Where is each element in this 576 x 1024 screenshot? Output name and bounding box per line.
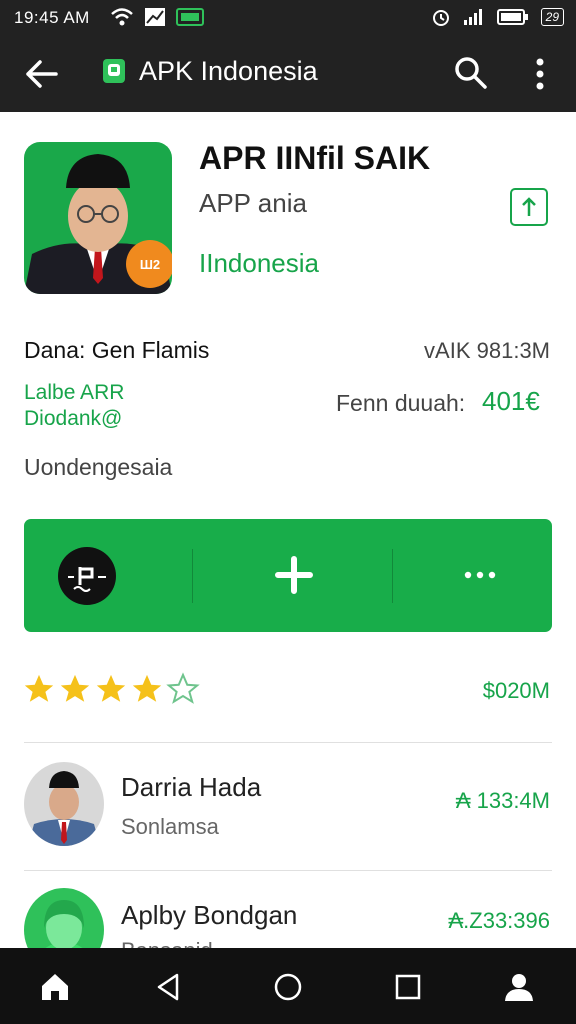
meta-date: Dana: Gen Flamis — [24, 337, 210, 363]
meta-developer-line2: Diodank@ — [24, 407, 123, 430]
meta-version: vAIK 981:3M — [424, 338, 550, 363]
stats-icon — [145, 8, 165, 26]
app-detail-content: Ш2 APR IINfil SAIK APP ania IIndonesia D… — [0, 112, 576, 948]
wifi-icon — [111, 8, 133, 26]
star-rating[interactable] — [22, 672, 200, 706]
action-bar — [24, 519, 552, 632]
app-country[interactable]: IIndonesia — [199, 248, 319, 279]
person-avatar-icon — [28, 771, 100, 846]
back-arrow-icon[interactable] — [22, 54, 62, 94]
status-bar: 19:45 AM 29 — [0, 0, 576, 36]
apk-logo-icon — [103, 59, 125, 83]
divider — [24, 742, 552, 743]
avatar — [24, 888, 104, 948]
list-item-meta: ₳ 133:4M — [455, 788, 550, 813]
open-app-button[interactable] — [58, 547, 116, 605]
system-nav-bar — [0, 948, 576, 1024]
star-filled-icon — [96, 674, 126, 702]
app-bar: APK Indonesia — [0, 36, 576, 112]
app-subtitle: APP ania — [199, 188, 307, 218]
add-icon[interactable] — [274, 555, 314, 595]
search-icon[interactable] — [452, 54, 488, 90]
star-filled-icon — [60, 674, 90, 702]
app-name: APR IINfil SAIK — [199, 140, 431, 176]
meta-size-value: 401€ — [482, 386, 540, 416]
signal-icon — [463, 9, 482, 25]
back-triangle-icon[interactable] — [151, 970, 185, 1004]
divider — [24, 870, 552, 871]
alarm-icon — [432, 10, 449, 26]
app-logo-icon — [68, 567, 106, 592]
star-outline-icon — [166, 672, 200, 704]
avatar — [24, 762, 104, 846]
list-item-title: Darria Hada — [121, 772, 262, 802]
list-item-title: Aplby Bondgan — [121, 900, 298, 930]
sim-icon — [176, 8, 204, 26]
action-divider — [192, 549, 193, 603]
battery-level: 29 — [540, 8, 564, 26]
battery-icon — [496, 9, 528, 25]
meta-size-label: Fenn duuah: — [336, 390, 466, 416]
more-horiz-icon[interactable] — [460, 567, 500, 583]
recents-square-icon[interactable] — [391, 970, 425, 1004]
home-icon[interactable] — [38, 970, 72, 1004]
app-icon-badge: Ш2 — [126, 240, 172, 288]
app-icon: Ш2 — [24, 142, 172, 294]
meta-developer[interactable]: Lalbe ARR Diodank@ — [24, 380, 124, 432]
download-count: $020M — [482, 678, 550, 703]
status-time: 19:45 AM — [14, 8, 90, 27]
list-item-subtitle: Bansanid — [121, 938, 213, 948]
app-bar-title: APK Indonesia — [139, 56, 318, 86]
person-avatar-icon — [44, 900, 84, 948]
meta-developer-line1: Lalbe ARR — [24, 381, 125, 404]
share-up-icon — [522, 197, 536, 216]
more-vert-icon[interactable] — [530, 54, 550, 94]
list-item-meta: ₳.Z33:396 — [448, 908, 550, 933]
action-divider — [392, 549, 393, 603]
home-circle-icon[interactable] — [271, 970, 305, 1004]
list-item-subtitle: Sonlamsa — [121, 814, 219, 839]
profile-icon[interactable] — [502, 970, 536, 1004]
share-button[interactable] — [510, 188, 548, 226]
star-filled-icon — [132, 674, 162, 702]
meta-language: Uondengesaia — [24, 454, 173, 480]
star-filled-icon — [24, 674, 54, 702]
